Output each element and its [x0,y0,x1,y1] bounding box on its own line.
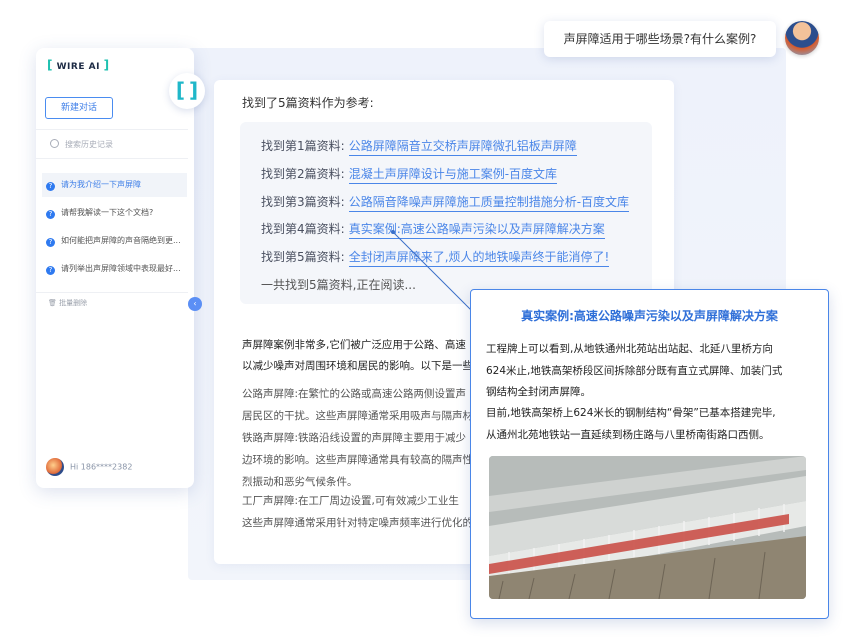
sidebar: [ WIRE AI ] 新建对话 搜索历史记录 ? 请为我介绍一下声屏障 ? 请帮我… [36,48,202,488]
reference-item: 找到第3篇资料: 公路隔音降噪声屏障施工质量控制措施分析-百度文库 [261,193,630,212]
popup-title: 真实案例:高速公路噪声污染以及声屏障解决方案 [521,309,778,323]
answer-paragraph-line: 这些声屏障通常采用针对特定噪声频率进行优化的 [242,517,473,529]
history-item[interactable]: ? 请为我介绍一下声屏障 [42,173,187,197]
answer-intro: 以减少噪声对周围环境和居民的影响。以下是一些 [242,360,473,372]
reference-item: 找到第2篇资料: 混凝土声屏障设计与施工案例-百度文库 [261,165,558,184]
answer-paragraph-line: 公路声屏障:在繁忙的公路或高速公路两侧设置声 [242,388,467,400]
divider [36,158,188,159]
reference-item: 找到第4篇资料: 真实案例:高速公路噪声污染以及声屏障解决方案 [261,220,605,239]
reference-item: 找到第5篇资料: 全封闭声屏障来了,烦人的地铁噪声终于能消停了! [261,248,610,267]
ai-bracket-icon: [ ] [169,73,205,109]
answer-paragraph-line: 边环境的影响。这些声屏障通常具有较高的隔声性 [242,454,473,466]
search-history-input[interactable]: 搜索历史记录 [50,139,113,150]
user-question-bubble: 声屏障适用于哪些场景?有什么案例? [544,21,776,57]
question-icon: ? [46,266,55,275]
reference-link[interactable]: 公路屏障隔音立交桥声屏障微孔铝板声屏障 [348,139,577,156]
user-profile[interactable]: Hi 186****2382 [46,458,132,476]
popup-text-line: 624米止,地铁高架桥段区间拆除部分既有直立式屏障、加装门式 [486,365,783,377]
avatar [46,458,64,476]
popup-text-line: 工程牌上可以看到,从地铁通州北苑站出站起、北延八里桥方向 [486,343,773,355]
question-icon: ? [46,182,55,191]
chevron-left-icon: ‹ [193,299,197,308]
answer-paragraph-line: 居民区的干扰。这些声屏障通常采用吸声与隔声材 [242,410,473,422]
popup-text-line: 从通州北苑地铁站一直延续到杨庄路与八里桥南街路口西侧。 [486,429,770,441]
reference-link[interactable]: 真实案例:高速公路噪声污染以及声屏障解决方案 [348,222,605,239]
app-logo: [ WIRE AI ] [47,58,110,72]
elevated-railway-photo [489,456,806,599]
new-chat-button[interactable]: 新建对话 [45,97,113,119]
reference-preview-popup: 真实案例:高速公路噪声污染以及声屏障解决方案 工程牌上可以看到,从地铁通州北苑站… [470,289,829,619]
reference-list: 找到第1篇资料: 公路屏障隔音立交桥声屏障微孔铝板声屏障 找到第2篇资料: 混凝土声… [240,122,652,304]
answer-paragraph-line: 铁路声屏障:铁路沿线设置的声屏障主要用于减少 [242,432,467,444]
reference-item: 找到第1篇资料: 公路屏障隔音立交桥声屏障微孔铝板声屏障 [261,137,577,156]
answer-paragraph-line: 烈振动和恶劣气候条件。 [242,476,358,488]
divider [36,129,188,130]
batch-delete-button[interactable]: 🗑 批量删除 [48,298,87,308]
search-icon [50,139,59,148]
found-title: 找到了5篇资料作为参考: [242,96,374,110]
history-item[interactable]: ? 请列举出声屏障领域中表现最好... [42,257,187,281]
divider [36,292,188,293]
question-icon: ? [46,210,55,219]
history-item[interactable]: ? 如何能把声屏障的声音隔绝到更... [42,229,187,253]
collapse-sidebar-button[interactable]: ‹ [188,297,202,311]
answer-intro: 声屏障案例非常多,它们被广泛应用于公路、高速 [242,339,466,351]
reference-link[interactable]: 混凝土声屏障设计与施工案例-百度文库 [348,167,558,184]
question-icon: ? [46,238,55,247]
answer-paragraph-line: 工厂声屏障:在工厂周边设置,可有效减少工业生 [242,495,459,507]
popup-text-line: 钢结构全封闭声屏障。 [486,386,591,398]
reference-link[interactable]: 全封闭声屏障来了,烦人的地铁噪声终于能消停了! [348,250,610,267]
popup-text-line: 目前,地铁高架桥上624米长的钢制结构“骨架”已基本搭建完毕, [486,407,776,419]
reference-link[interactable]: 公路隔音降噪声屏障施工质量控制措施分析-百度文库 [348,195,630,212]
history-item[interactable]: ? 请帮我解读一下这个文档? [42,201,187,225]
reading-status: 一共找到5篇资料,正在阅读... [261,278,416,292]
user-avatar [785,21,819,55]
trash-icon: 🗑 [48,299,57,307]
